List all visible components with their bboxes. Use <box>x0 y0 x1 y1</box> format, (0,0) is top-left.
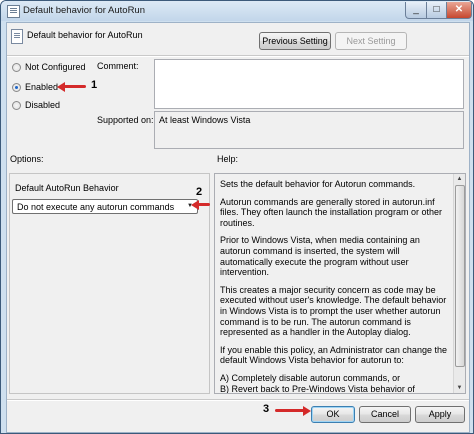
policy-icon <box>7 5 20 18</box>
radio-label: Not Configured <box>25 62 86 72</box>
title-bar[interactable]: Default behavior for AutoRun _ □ ✕ <box>1 1 473 21</box>
options-panel: Default AutoRun Behavior Do not execute … <box>9 173 210 394</box>
setting-title: Default behavior for AutoRun <box>27 30 143 40</box>
help-paragraph: Autorun commands are generally stored in… <box>220 196 442 228</box>
window-title: Default behavior for AutoRun <box>23 5 145 16</box>
radio-label: Enabled <box>25 82 59 92</box>
callout-number-1: 1 <box>91 79 98 91</box>
help-panel: Sets the default behavior for Autorun co… <box>214 173 466 394</box>
radio-label: Disabled <box>25 100 61 110</box>
scroll-up-icon[interactable]: ▲ <box>454 174 465 184</box>
close-button[interactable]: ✕ <box>446 2 472 19</box>
help-paragraph: Prior to Windows Vista, when media conta… <box>220 235 420 278</box>
autorun-behavior-dropdown[interactable]: Do not execute any autorun commands ▼ <box>12 199 198 214</box>
radio-button[interactable] <box>12 83 21 92</box>
cancel-button[interactable]: Cancel <box>359 406 411 423</box>
supported-on-label: Supported on: <box>97 115 154 125</box>
comment-textarea[interactable] <box>154 59 464 109</box>
ok-button[interactable]: OK <box>311 406 355 423</box>
callout-arrow-3 <box>275 409 305 412</box>
next-setting-button[interactable]: Next Setting <box>335 32 407 50</box>
autorun-behavior-label: Default AutoRun Behavior <box>15 183 119 193</box>
arrow-right-icon <box>303 406 311 416</box>
help-paragraph: Sets the default behavior for Autorun co… <box>220 179 416 189</box>
help-paragraph: This creates a major security concern as… <box>220 284 447 338</box>
help-text: Sets the default behavior for Autorun co… <box>220 179 448 394</box>
scroll-down-icon[interactable]: ▼ <box>454 383 465 393</box>
radio-button[interactable] <box>12 63 21 72</box>
apply-button[interactable]: Apply <box>415 406 465 423</box>
help-paragraph: A) Completely disable autorun commands, … <box>220 372 415 394</box>
help-scrollbar[interactable]: ▲ ▼ <box>453 174 465 393</box>
dialog-window: Default behavior for AutoRun _ □ ✕ Defau… <box>0 0 474 434</box>
header-divider <box>7 55 469 57</box>
callout-arrow-2 <box>198 203 210 206</box>
supported-on-value: At least Windows Vista <box>159 115 251 125</box>
help-paragraph: If you enable this policy, an Administra… <box>220 344 447 366</box>
options-label: Options: <box>10 154 44 164</box>
scroll-thumb[interactable] <box>455 185 465 367</box>
supported-on-field: At least Windows Vista <box>154 111 464 149</box>
policy-icon <box>11 29 23 44</box>
radio-button[interactable] <box>12 101 21 110</box>
callout-number-3: 3 <box>263 403 270 415</box>
comment-label: Comment: <box>97 61 139 71</box>
footer-divider <box>7 399 469 401</box>
maximize-button[interactable]: □ <box>426 2 447 19</box>
callout-number-2: 2 <box>196 186 203 198</box>
minimize-button[interactable]: _ <box>405 2 427 19</box>
previous-setting-button[interactable]: Previous Setting <box>259 32 331 50</box>
dropdown-value: Do not execute any autorun commands <box>17 202 175 212</box>
dialog-body: Default behavior for AutoRun Previous Se… <box>6 22 470 433</box>
help-label: Help: <box>217 154 239 164</box>
callout-arrow-1 <box>64 85 86 88</box>
